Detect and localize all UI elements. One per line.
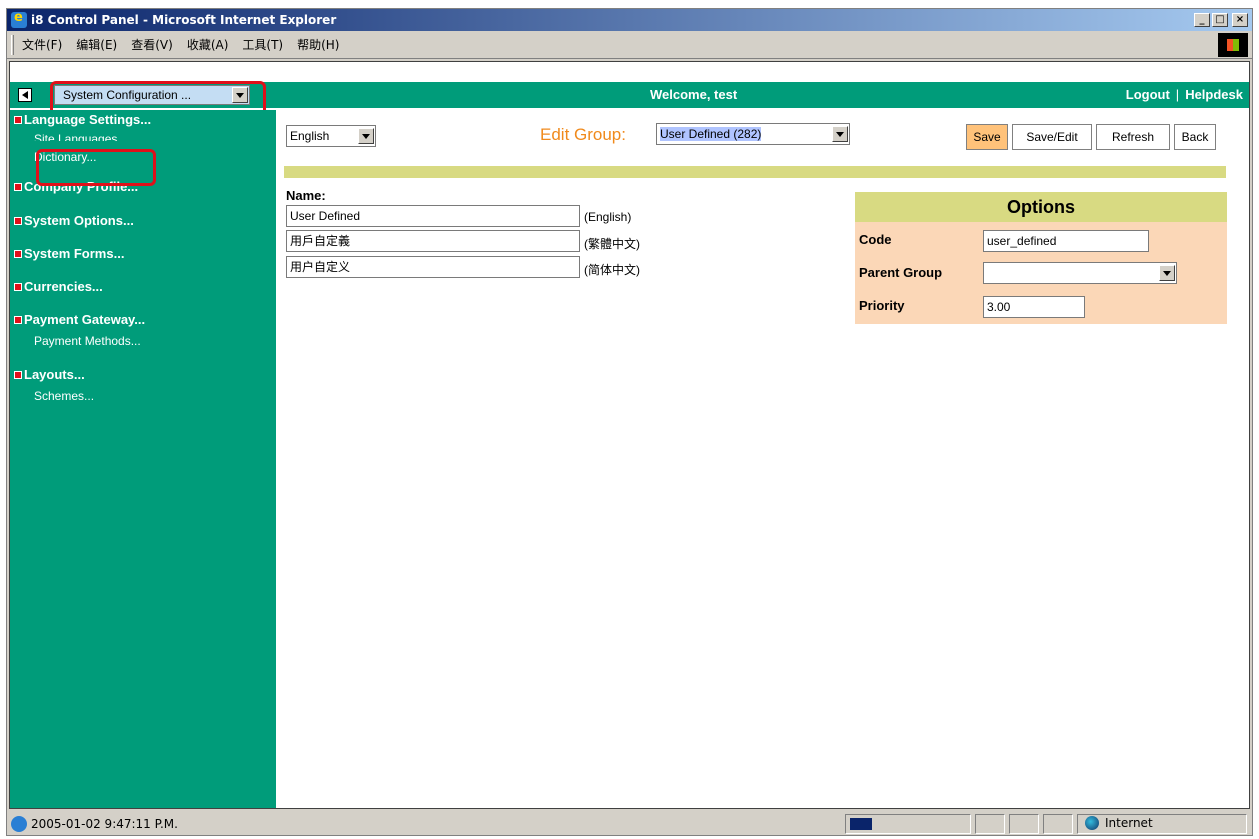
parent-group-label: Parent Group: [859, 265, 943, 280]
save-edit-button[interactable]: Save/Edit: [1012, 124, 1092, 150]
code-input[interactable]: user_defined: [983, 230, 1149, 252]
menu-tools[interactable]: 工具(T): [242, 36, 283, 53]
sidebar-section-system-forms[interactable]: System Forms...: [14, 246, 124, 261]
sidebar-section-title: System Forms...: [24, 246, 125, 261]
maximize-button[interactable]: □: [1212, 13, 1228, 27]
browser-window: i8 Control Panel - Microsoft Internet Ex…: [6, 8, 1253, 836]
group-select-value: User Defined (282): [660, 127, 762, 141]
title-bar: i8 Control Panel - Microsoft Internet Ex…: [7, 9, 1252, 31]
bullet-icon: [14, 249, 22, 258]
status-panel: [1043, 814, 1073, 834]
status-panel: [1009, 814, 1039, 834]
parent-group-select[interactable]: [983, 262, 1177, 284]
sidebar-section-language[interactable]: Language Settings...: [14, 112, 151, 127]
save-button[interactable]: Save: [966, 124, 1008, 150]
welcome-text: Welcome, test: [650, 87, 738, 102]
menu-edit[interactable]: 编辑(E): [76, 36, 117, 53]
edit-group-label: Edit Group:: [540, 125, 626, 144]
language-select[interactable]: English: [286, 125, 376, 147]
menu-view[interactable]: 查看(V): [131, 36, 173, 53]
code-label: Code: [859, 232, 892, 247]
sidebar-section-title: Layouts...: [24, 367, 85, 382]
sidebar-section-title: System Options...: [24, 213, 134, 228]
toolbar-grip[interactable]: [11, 34, 14, 55]
close-button[interactable]: ×: [1232, 13, 1248, 27]
chevron-down-icon[interactable]: [358, 128, 374, 144]
name-label: Name:: [286, 188, 326, 203]
sidebar-section-title: Payment Gateway...: [24, 312, 146, 327]
back-button[interactable]: Back: [1174, 124, 1216, 150]
window-title: i8 Control Panel - Microsoft Internet Ex…: [31, 13, 337, 27]
sidebar-section-title: Language Settings...: [24, 112, 152, 127]
menu-bar: 文件(F) 编辑(E) 查看(V) 收藏(A) 工具(T) 帮助(H): [7, 31, 1252, 59]
bullet-icon: [14, 370, 22, 379]
highlight-ring: [36, 149, 156, 186]
chevron-down-icon[interactable]: [832, 126, 848, 142]
minimize-button[interactable]: _: [1194, 13, 1210, 27]
main-panel: English Edit Group: User Defined (282) S…: [278, 110, 1249, 808]
header-links: Logout | Helpdesk: [1126, 87, 1243, 102]
page-icon: [11, 816, 27, 832]
bullet-icon: [14, 282, 22, 291]
refresh-button[interactable]: Refresh: [1096, 124, 1170, 150]
status-panel: [975, 814, 1005, 834]
priority-input[interactable]: 3.00: [983, 296, 1085, 318]
sidebar-section-system-options[interactable]: System Options...: [14, 213, 134, 228]
bullet-icon: [14, 115, 22, 124]
sidebar-item-schemes[interactable]: Schemes...: [34, 389, 94, 403]
language-select-value: English: [290, 129, 330, 143]
lang-tag-traditional: (繁體中文): [584, 237, 640, 251]
name-traditional-input[interactable]: 用戶自定義: [286, 230, 580, 252]
windows-logo-icon: [1218, 32, 1248, 57]
lang-tag-simplified: (简体中文): [584, 263, 640, 277]
options-title: Options: [855, 192, 1227, 222]
collapse-sidebar-icon[interactable]: [18, 88, 32, 102]
progress-panel: [845, 814, 971, 834]
page-content: System Configuration ... Welcome, test L…: [9, 61, 1250, 809]
logout-link[interactable]: Logout: [1126, 87, 1170, 102]
lang-tag-english: (English): [584, 210, 632, 224]
name-simplified-input[interactable]: 用户自定义: [286, 256, 580, 278]
group-select[interactable]: User Defined (282): [656, 123, 850, 145]
sidebar-item-site-languages[interactable]: Site Languages: [34, 132, 117, 141]
status-text: 2005-01-02 9:47:11 P.M.: [31, 817, 178, 831]
globe-icon: [1085, 816, 1099, 830]
helpdesk-link[interactable]: Helpdesk: [1185, 87, 1243, 102]
menu-file[interactable]: 文件(F): [22, 36, 62, 53]
ie-logo-icon: [11, 10, 27, 28]
sidebar-section-layouts[interactable]: Layouts...: [14, 367, 85, 382]
zone-text: Internet: [1105, 816, 1153, 830]
link-separator: |: [1175, 87, 1180, 102]
zone-indicator: Internet: [1085, 816, 1153, 830]
name-english-input[interactable]: User Defined: [286, 205, 580, 227]
sidebar-section-payment-gateway[interactable]: Payment Gateway...: [14, 312, 145, 327]
bullet-icon: [14, 315, 22, 324]
sidebar-section-title: Currencies...: [24, 279, 103, 294]
menu-favorites[interactable]: 收藏(A): [187, 36, 229, 53]
progress-fill: [850, 818, 872, 830]
sidebar-section-currencies[interactable]: Currencies...: [14, 279, 103, 294]
options-panel: Options Code user_defined Parent Group P…: [855, 192, 1227, 324]
divider-bar: [284, 166, 1226, 178]
sidebar: Language Settings... Site Languages Dict…: [10, 110, 276, 808]
status-bar: 2005-01-02 9:47:11 P.M. Internet: [7, 812, 1252, 836]
bullet-icon: [14, 182, 22, 191]
bullet-icon: [14, 216, 22, 225]
sidebar-item-payment-methods[interactable]: Payment Methods...: [34, 334, 141, 348]
menu-help[interactable]: 帮助(H): [297, 36, 339, 53]
priority-label: Priority: [859, 298, 905, 313]
chevron-down-icon[interactable]: [1159, 265, 1175, 281]
